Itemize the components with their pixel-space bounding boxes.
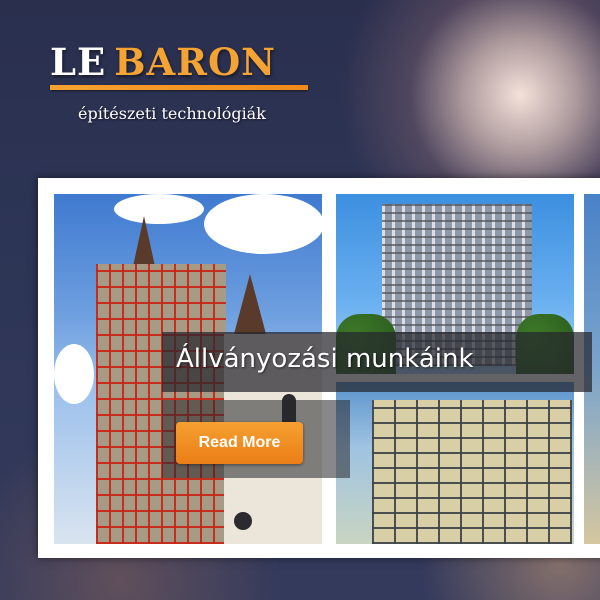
second-spire [234, 274, 266, 334]
site-header: LE BARON építészeti technológiák [0, 0, 600, 175]
logo-underline [50, 85, 308, 90]
slider-viewport: Állványozási munkáink Read More [54, 194, 600, 544]
church-spire [132, 216, 156, 271]
church-rose-window [234, 512, 252, 530]
cloud [204, 194, 322, 254]
site-tagline: építészeti technológiák [78, 104, 266, 123]
logo-text-le: LE [50, 40, 107, 84]
slide-caption-title: Állványozási munkáink [176, 344, 474, 374]
cloud [114, 194, 204, 224]
logo-text-baron: BARON [114, 40, 276, 84]
read-more-button[interactable]: Read More [176, 422, 303, 464]
house-scaffolding-photo [336, 382, 574, 544]
site-logo[interactable]: LE BARON [50, 40, 276, 84]
image-slider: Állványozási munkáink Read More [38, 178, 600, 558]
cloud [54, 344, 94, 404]
scaffolded-house [372, 400, 572, 544]
